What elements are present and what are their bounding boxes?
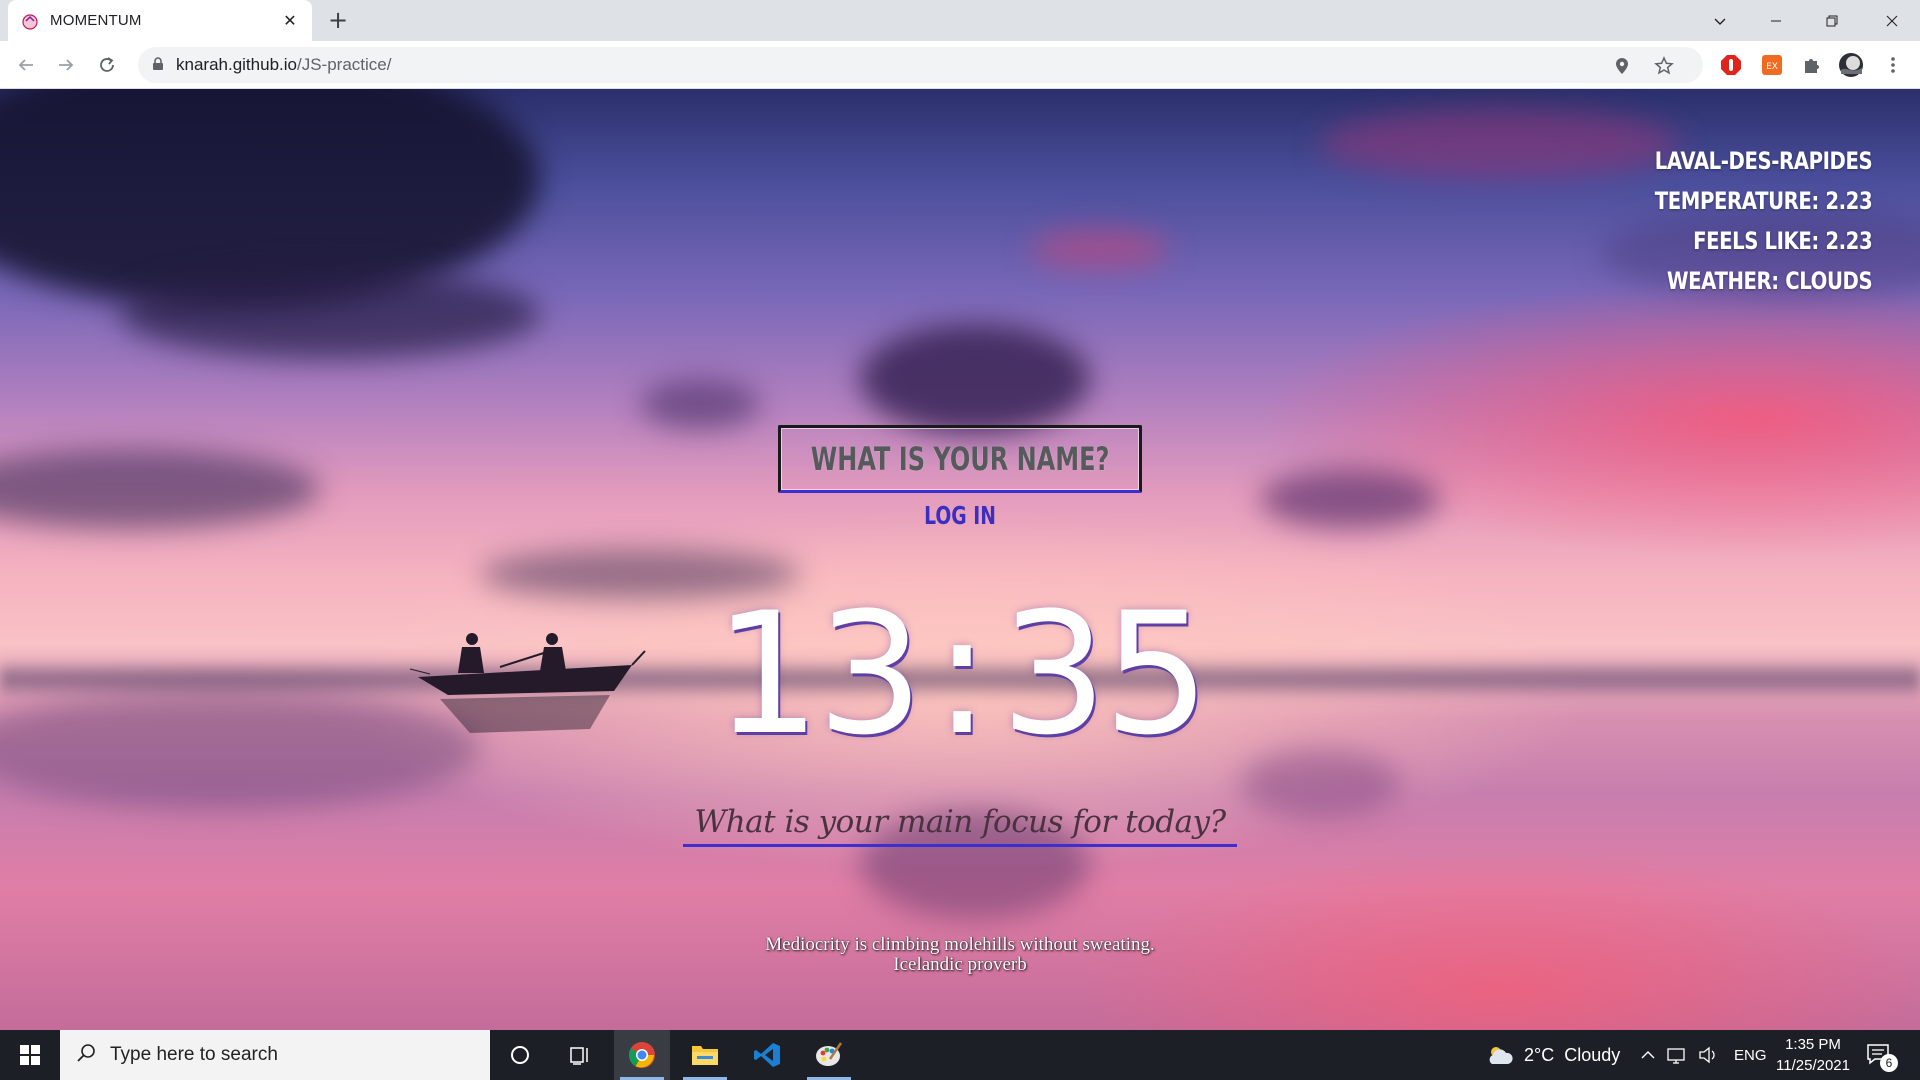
close-window-icon[interactable] [1864,0,1920,41]
show-hidden-icons-chevron-icon[interactable] [1640,1030,1656,1080]
browser-menu-kebab-icon[interactable] [1880,52,1906,78]
taskbar-weather-text: 2°C Cloudy [1524,1044,1621,1065]
url-text: knarah.github.io/JS-practice/ [176,55,391,75]
weather-condition: WEATHER: CLOUDS [1666,267,1873,295]
cortana-circle-icon[interactable] [492,1030,548,1080]
quote-author: Icelandic proverb [893,954,1027,975]
browser-toolbar: knarah.github.io/JS-practice/ EX [0,41,1920,89]
tab-search-chevron-icon[interactable] [1692,0,1748,41]
quote-text: Mediocrity is climbing molehills without… [765,934,1155,955]
notifications-icon[interactable]: 6 [1866,1030,1898,1080]
network-icon[interactable] [1666,1030,1688,1080]
focus-prompt: What is your main focus for today? [694,804,1226,840]
chrome-taskbar-icon[interactable] [614,1030,670,1080]
taskbar-clock[interactable]: 1:35 PM 11/25/2021 [1768,1034,1858,1076]
login-form: WHAT IS YOUR NAME? LOG IN [778,425,1142,530]
taskbar-time: 1:35 PM [1785,1036,1841,1053]
clock-hours: 13 [713,576,924,772]
volume-icon[interactable] [1698,1030,1718,1080]
forward-arrow-icon[interactable] [50,49,82,81]
taskbar-date: 11/25/2021 [1776,1057,1850,1074]
tab-title: MOMENTUM [50,12,142,29]
adblock-extension-icon[interactable] [1718,52,1744,78]
weather-city: LAVAL-DES-RAPIDES [1654,147,1872,175]
notification-count-badge: 6 [1880,1054,1898,1072]
windows-start-icon[interactable] [0,1030,60,1080]
language-indicator[interactable]: ENG [1734,1030,1767,1080]
login-button[interactable]: LOG IN [824,501,1097,530]
search-placeholder: Type here to search [110,1044,278,1065]
svg-text:EX: EX [1766,62,1778,72]
lock-icon [152,56,164,75]
cloudy-weather-icon [1486,1044,1514,1066]
file-explorer-icon[interactable] [677,1030,733,1080]
new-tab-button[interactable]: + [324,6,352,34]
clock-separator: : [933,576,991,772]
bookmark-star-icon[interactable] [1653,55,1675,77]
ex-extension-icon[interactable]: EX [1759,52,1785,78]
momentum-page: LAVAL-DES-RAPIDES TEMPERATURE: 2.23 FEEL… [0,89,1920,1030]
restore-window-icon[interactable] [1804,0,1860,41]
url-path: /JS-practice/ [296,55,392,74]
taskbar-weather[interactable]: 2°C Cloudy [1486,1030,1620,1080]
browser-tab-strip: MOMENTUM ✕ + [0,0,1920,41]
clock-minutes: 35 [1000,576,1210,772]
browser-tab-momentum[interactable]: MOMENTUM ✕ [8,0,312,41]
back-arrow-icon[interactable] [10,49,42,81]
weather-widget: LAVAL-DES-RAPIDES TEMPERATURE: 2.23 FEEL… [1607,141,1872,301]
url-host: knarah.github.io [176,55,297,74]
extensions-puzzle-icon[interactable] [1799,52,1825,78]
windows-taskbar: Type here to search 2°C Cloudy ENG 1:35 … [0,1030,1920,1080]
taskbar-search-box[interactable]: Type here to search [60,1030,490,1080]
task-view-icon[interactable] [552,1030,608,1080]
search-icon [76,1043,96,1067]
weather-temperature: TEMPERATURE: 2.23 [1654,187,1873,215]
close-tab-icon[interactable]: ✕ [280,11,300,30]
weather-feels-like: FEELS LIKE: 2.23 [1692,227,1873,255]
minimize-window-icon[interactable] [1748,0,1804,41]
paint-app-icon[interactable] [801,1030,857,1080]
address-bar[interactable]: knarah.github.io/JS-practice/ [138,47,1703,83]
vscode-icon[interactable] [739,1030,795,1080]
momentum-favicon-icon [20,11,40,31]
reload-icon[interactable] [91,49,123,81]
name-input-placeholder: WHAT IS YOUR NAME? [810,440,1110,478]
location-pin-icon[interactable] [1611,55,1633,77]
clock: 13:35 [0,584,1920,764]
focus-input[interactable]: What is your main focus for today? [683,801,1237,847]
profile-avatar-icon[interactable] [1838,52,1864,78]
quote-block: Mediocrity is climbing molehills without… [0,935,1920,975]
name-input[interactable]: WHAT IS YOUR NAME? [778,425,1142,493]
